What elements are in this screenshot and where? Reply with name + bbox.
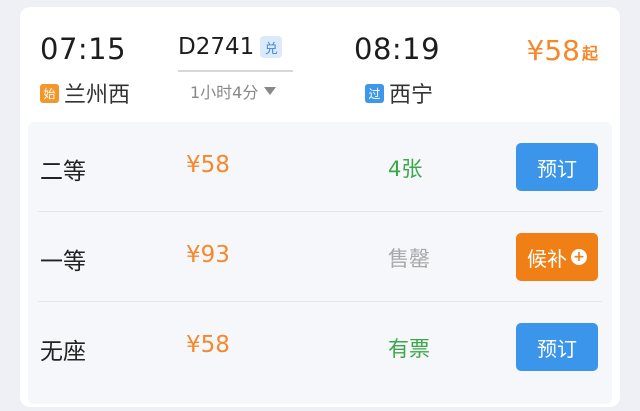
train-card: 07:15 始 兰州西 D2741 兑 1小时4分 08:19 过 西宁 ¥58… [20,7,620,407]
seat-class: 一等 [40,249,86,275]
book-button[interactable]: 预订 [516,323,598,371]
departure-station[interactable]: 始 兰州西 [40,77,130,109]
origin-tag: 始 [40,83,59,103]
book-button[interactable]: 预订 [516,143,598,191]
seat-row-standing: 无座 ¥58 有票 预订 [28,302,612,392]
waitlist-button[interactable]: 候补 + [516,233,598,281]
plus-circle-icon: + [571,249,587,265]
duration-text: 1小时4分 [190,83,259,102]
pass-through-tag: 过 [365,83,384,103]
caret-down-icon [264,87,277,95]
arrival-station[interactable]: 过 西宁 [365,77,433,109]
redeem-badge: 兑 [260,36,283,58]
book-button-label: 预订 [537,156,577,181]
route-divider [178,70,293,72]
seat-row-second-class: 二等 ¥58 4张 预订 [28,122,612,212]
seat-price: ¥58 [186,152,230,178]
lowest-price-suffix: 起 [581,44,598,63]
arrival-time: 08:19 [354,32,441,66]
departure-time: 07:15 [40,32,127,66]
seat-availability: 售罄 [388,247,430,271]
seat-class: 无座 [40,339,86,365]
seat-class: 二等 [40,159,86,185]
duration-toggle[interactable]: 1小时4分 [190,79,277,103]
lowest-price: ¥58 起 [527,34,598,67]
seat-list: 二等 ¥58 4张 预订 一等 ¥93 售罄 候补 + 无座 ¥58 有票 预订 [28,122,612,404]
departure-station-name: 兰州西 [64,83,131,108]
seat-price: ¥58 [186,332,230,358]
seat-availability: 4张 [388,157,423,181]
arrival-station-name: 西宁 [389,83,434,108]
seat-price: ¥93 [186,242,230,268]
book-button-label: 预订 [537,336,577,361]
seat-row-first-class: 一等 ¥93 售罄 候补 + [28,212,612,302]
seat-availability: 有票 [388,337,430,361]
lowest-price-amount: ¥58 [526,34,580,67]
train-number[interactable]: D2741 兑 [178,34,283,60]
train-number-text: D2741 [178,34,255,60]
waitlist-button-label: 候补 [527,246,567,271]
